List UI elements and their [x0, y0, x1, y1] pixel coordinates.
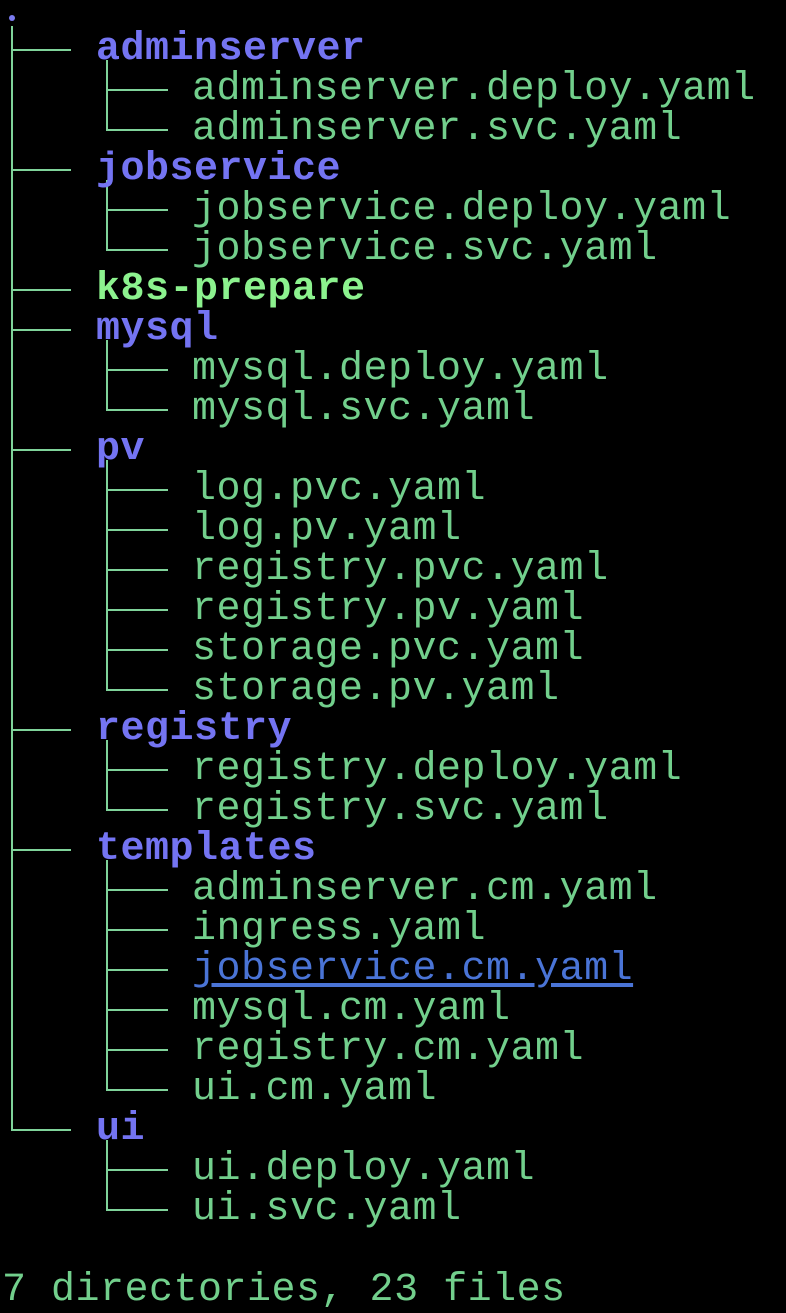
file-name: jobservice.deploy.yaml: [192, 187, 732, 232]
tree-connector: [106, 1169, 168, 1171]
file-name: registry.pv.yaml: [192, 587, 585, 632]
tree-entry-file-row: storage.pvc.yaml: [0, 630, 786, 670]
tree-entry-directory-row: adminserver: [0, 30, 786, 70]
tree-entry-file-row: mysql.svc.yaml: [0, 390, 786, 430]
tree-entry-file-row: registry.svc.yaml: [0, 790, 786, 830]
file-name: registry.pvc.yaml: [192, 547, 609, 592]
directory-name: adminserver: [96, 27, 366, 72]
tree-connector: [11, 1129, 71, 1131]
tree-entry-directory-row: mysql: [0, 310, 786, 350]
tree-entry-directory-row: templates: [0, 830, 786, 870]
tree-connector: [11, 449, 71, 451]
tree-connector: [106, 209, 168, 211]
terminal-output: adminserver adminserver.deploy.yaml admins…: [0, 0, 786, 1312]
tree-connector: [106, 369, 168, 371]
tree-connector: [11, 849, 71, 851]
tree-entry-file-row: ui.cm.yaml: [0, 1070, 786, 1110]
tree-connector: [106, 529, 168, 531]
tree-connector: [106, 489, 168, 491]
tree-connector: [106, 1009, 168, 1011]
tree-entry-file-row: jobservice.svc.yaml: [0, 230, 786, 270]
tree-connector: [106, 649, 168, 651]
file-name: ingress.yaml: [192, 907, 487, 952]
tree-entry-file-row: registry.deploy.yaml: [0, 750, 786, 790]
directory-name: registry: [96, 707, 293, 752]
tree-connector: [106, 609, 168, 611]
tree-entry-file-row: registry.cm.yaml: [0, 1030, 786, 1070]
tree-entry-file-row: storage.pv.yaml: [0, 670, 786, 710]
tree-connector: [106, 569, 168, 571]
tree-entry-file-row: jobservice.deploy.yaml: [0, 190, 786, 230]
tree-entry-file-row: mysql.deploy.yaml: [0, 350, 786, 390]
tree-connector: [106, 1209, 168, 1211]
tree-connector: [106, 409, 168, 411]
tree-connector: [106, 1089, 168, 1091]
tree-entry-directory-row: registry: [0, 710, 786, 750]
tree-entry-file-row: adminserver.svc.yaml: [0, 110, 786, 150]
file-link[interactable]: jobservice.cm.yaml: [192, 950, 633, 990]
tree-entry-file-row: log.pvc.yaml: [0, 470, 786, 510]
tree-entry-file-row: ingress.yaml: [0, 910, 786, 950]
tree-connector: [11, 289, 71, 291]
file-name: adminserver.svc.yaml: [192, 107, 683, 152]
tree-entry-file-row: registry.pv.yaml: [0, 590, 786, 630]
executable-name: k8s-prepare: [96, 267, 366, 312]
directory-name: pv: [96, 427, 146, 472]
tree-root-dot: [9, 15, 15, 21]
tree-entry-file-row: registry.pvc.yaml: [0, 550, 786, 590]
tree-entry-file-row: mysql.cm.yaml: [0, 990, 786, 1030]
tree-entry-file-row: adminserver.cm.yaml: [0, 870, 786, 910]
tree-entry-file-row: ui.svc.yaml: [0, 1190, 786, 1230]
tree-connector: [11, 49, 71, 51]
tree-connector: [106, 249, 168, 251]
file-name: log.pvc.yaml: [192, 467, 487, 512]
tree-connector: [106, 129, 168, 131]
tree-connector: [106, 1049, 168, 1051]
file-name: log.pv.yaml: [192, 507, 462, 552]
file-name: ui.cm.yaml: [192, 1067, 438, 1112]
directory-name: ui: [96, 1107, 146, 1152]
file-name: adminserver.deploy.yaml: [192, 67, 756, 112]
tree-connector: [106, 89, 168, 91]
directory-name: mysql: [96, 307, 219, 352]
tree-entry-directory-row: ui: [0, 1110, 786, 1150]
tree-connector: [106, 929, 168, 931]
tree-entry-file-row: jobservice.cm.yaml: [0, 950, 786, 990]
tree-connector: [106, 769, 168, 771]
tree-connector: [11, 169, 71, 171]
tree-summary: 7 directories, 23 files: [2, 1268, 566, 1313]
tree-entry-file-row: adminserver.deploy.yaml: [0, 70, 786, 110]
file-name: mysql.svc.yaml: [192, 387, 536, 432]
file-name: ui.svc.yaml: [192, 1187, 462, 1232]
tree-entry-directory-row: pv: [0, 430, 786, 470]
tree-connector: [11, 329, 71, 331]
tree-entry-directory-row: k8s-prepare: [0, 270, 786, 310]
file-name: jobservice.svc.yaml: [192, 227, 658, 272]
file-name: storage.pvc.yaml: [192, 627, 585, 672]
file-name: registry.svc.yaml: [192, 787, 609, 832]
directory-name: templates: [96, 827, 317, 872]
tree-connector: [106, 809, 168, 811]
tree-entry-directory-row: jobservice: [0, 150, 786, 190]
tree-connector: [106, 969, 168, 971]
file-name: mysql.cm.yaml: [192, 987, 511, 1032]
file-name: adminserver.cm.yaml: [192, 867, 658, 912]
file-name: registry.cm.yaml: [192, 1027, 585, 1072]
file-name: ui.deploy.yaml: [192, 1147, 536, 1192]
directory-name: jobservice: [96, 147, 342, 192]
tree-entry-file-row: log.pv.yaml: [0, 510, 786, 550]
tree-entry-file-row: ui.deploy.yaml: [0, 1150, 786, 1190]
tree-connector: [106, 689, 168, 691]
file-name: storage.pv.yaml: [192, 667, 560, 712]
file-name: mysql.deploy.yaml: [192, 347, 609, 392]
tree-connector: [106, 889, 168, 891]
file-name: registry.deploy.yaml: [192, 747, 683, 792]
tree-connector: [11, 729, 71, 731]
